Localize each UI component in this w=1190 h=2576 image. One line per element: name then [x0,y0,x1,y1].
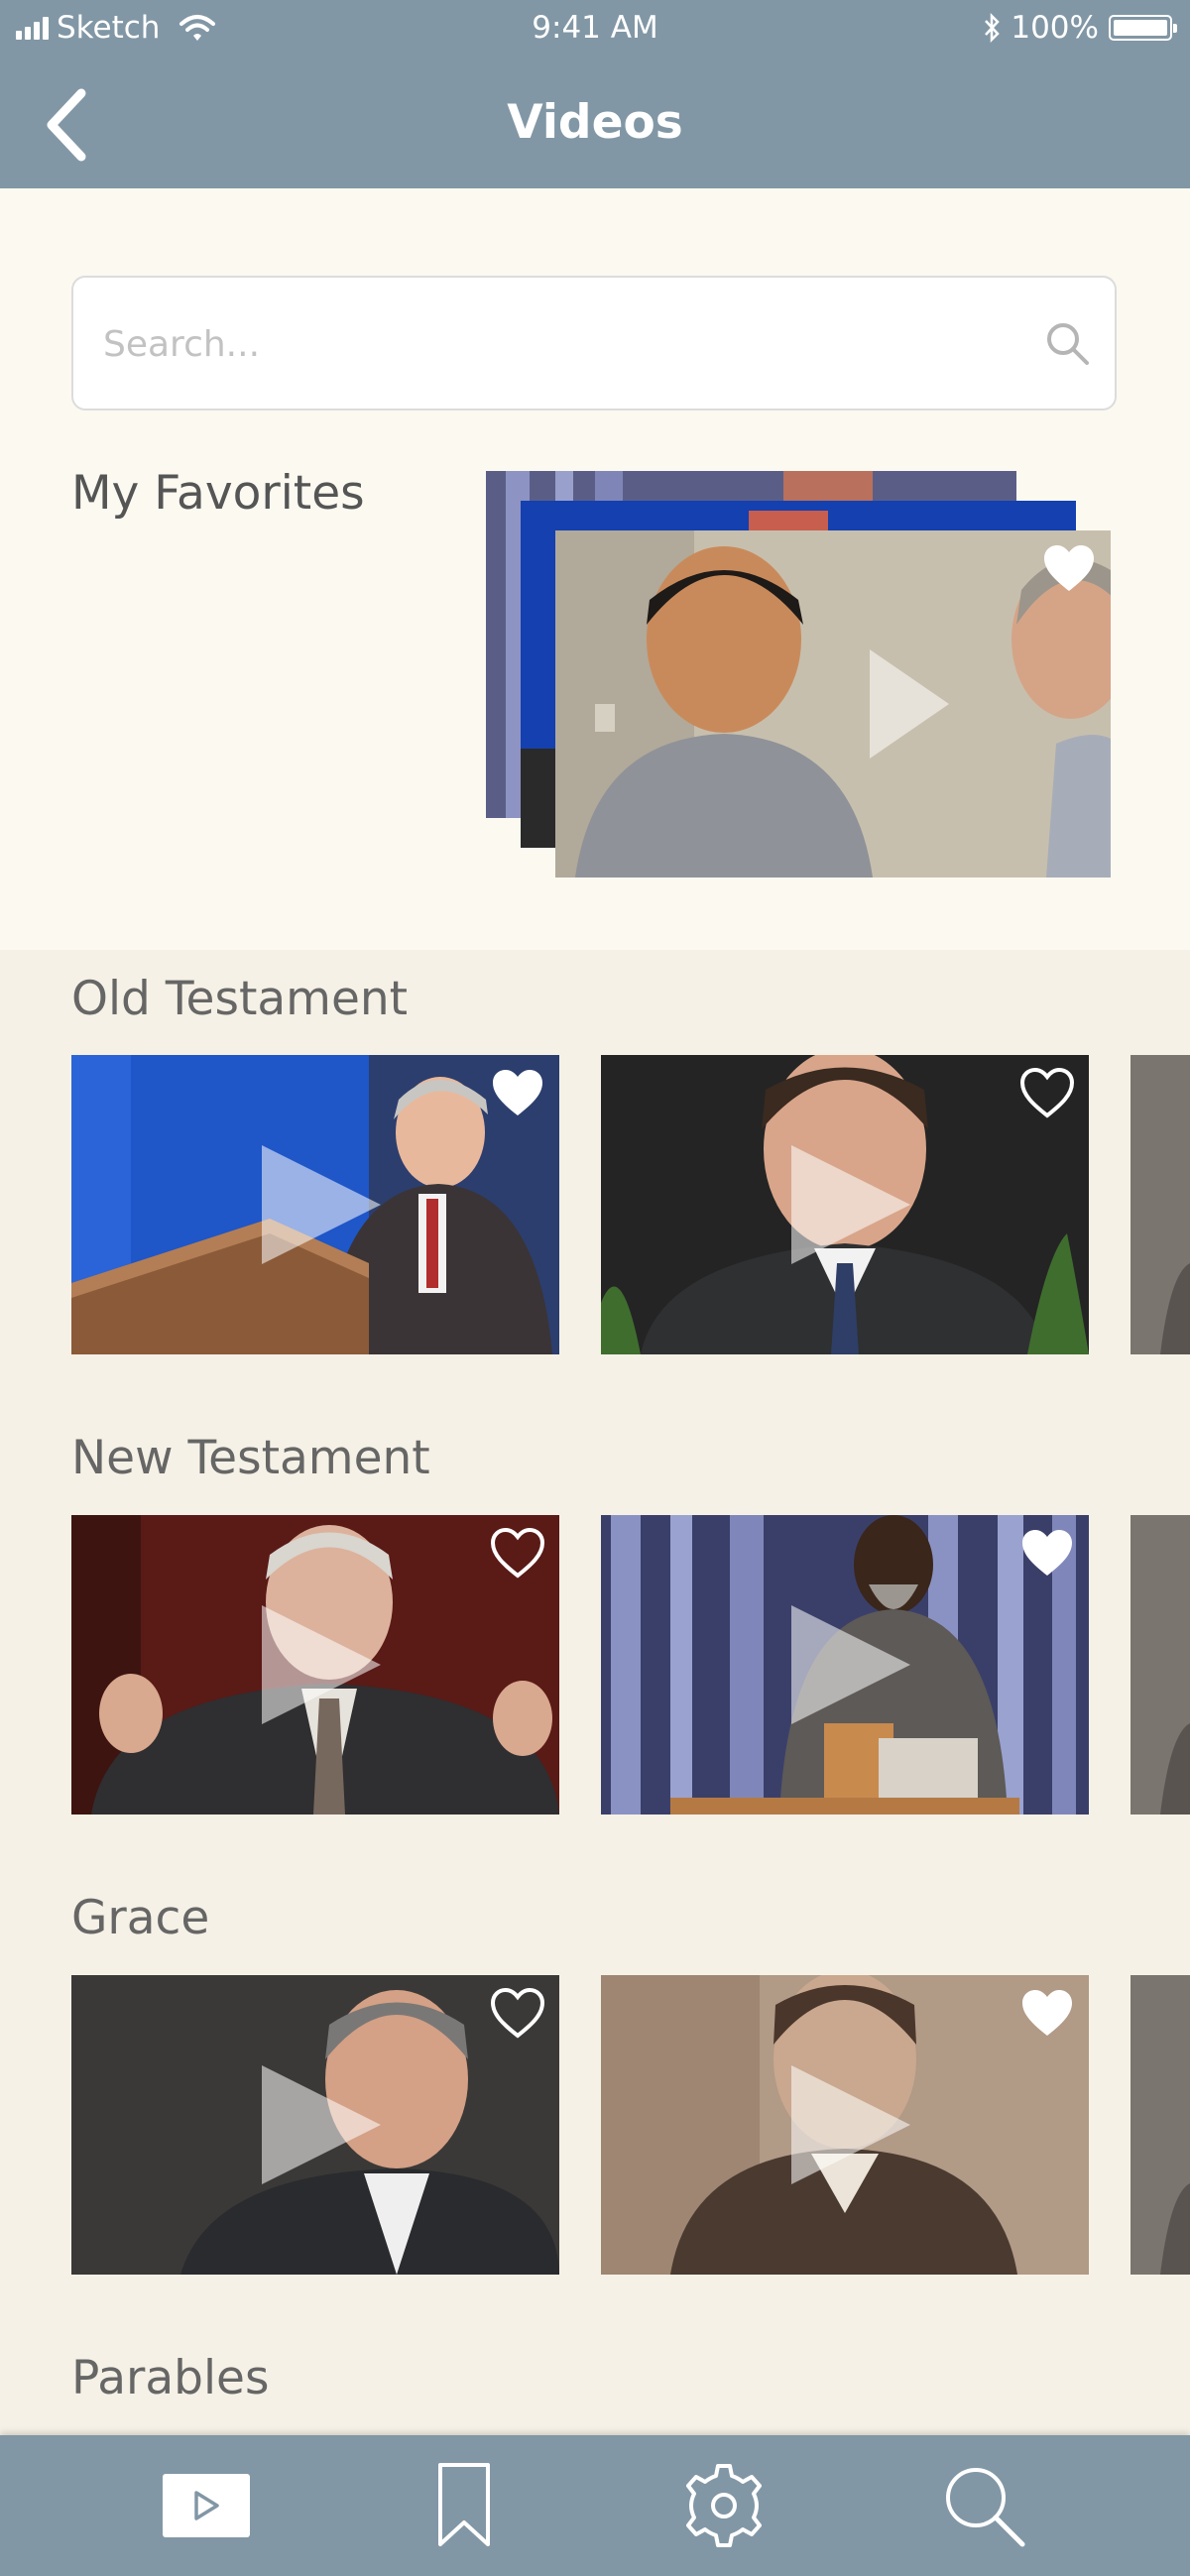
video-thumbnail-partial[interactable] [1130,1515,1190,1815]
search-icon[interactable] [1043,319,1091,367]
play-icon[interactable] [262,1605,381,1724]
play-icon[interactable] [869,649,949,759]
search-icon [946,2468,1025,2547]
heart-icon[interactable] [1019,1987,1075,2039]
play-icon[interactable] [262,1145,381,1264]
tab-bar [0,2435,1190,2576]
search-box [71,276,1117,410]
tab-videos[interactable] [137,2435,276,2576]
video-thumbnail[interactable] [601,1515,1089,1815]
heart-icon[interactable] [1041,542,1097,594]
video-thumbnail[interactable] [71,1975,559,2275]
status-bar: Sketch 9:41 AM 100% [0,0,1190,59]
video-thumbnail[interactable] [71,1055,559,1354]
search-input[interactable] [101,278,998,410]
nav-bar: Videos [0,59,1190,188]
favorites-stack[interactable] [486,471,1111,897]
heart-icon[interactable] [490,1067,545,1118]
video-row [71,1515,1190,1815]
bookmark-icon [438,2463,490,2546]
gear-icon [686,2464,762,2547]
section-title-new-testament: New Testament [71,1431,430,1485]
heart-icon[interactable] [1019,1527,1075,1579]
play-icon[interactable] [262,2065,381,2184]
battery-info: 100% [983,10,1177,46]
video-thumbnail[interactable] [601,1975,1089,2275]
play-icon[interactable] [791,2065,910,2184]
favorite-card[interactable] [555,530,1111,878]
heart-outline-icon[interactable] [1019,1067,1075,1118]
heart-outline-icon[interactable] [490,1527,545,1579]
tab-settings[interactable] [654,2435,793,2576]
bluetooth-icon [985,13,1001,43]
battery-percent: 100% [1011,10,1099,46]
play-icon[interactable] [791,1605,910,1724]
tab-search[interactable] [914,2435,1053,2576]
battery-icon [1109,15,1177,41]
video-thumbnail[interactable] [601,1055,1089,1354]
tab-bookmarks[interactable] [395,2435,534,2576]
section-title-old-testament: Old Testament [71,972,409,1026]
video-thumbnail-partial[interactable] [1130,1055,1190,1354]
play-icon[interactable] [791,1145,910,1264]
video-thumbnail[interactable] [71,1515,559,1815]
video-row [71,1055,1190,1354]
video-row [71,1975,1190,2275]
page-title: Videos [507,95,683,150]
favorites-label: My Favorites [71,466,365,521]
top-section: My Favorites [0,188,1190,950]
section-title-parables: Parables [71,2351,270,2405]
section-title-grace: Grace [71,1891,210,1945]
video-thumbnail-partial[interactable] [1130,1975,1190,2275]
heart-outline-icon[interactable] [490,1987,545,2039]
video-play-icon [163,2474,250,2537]
